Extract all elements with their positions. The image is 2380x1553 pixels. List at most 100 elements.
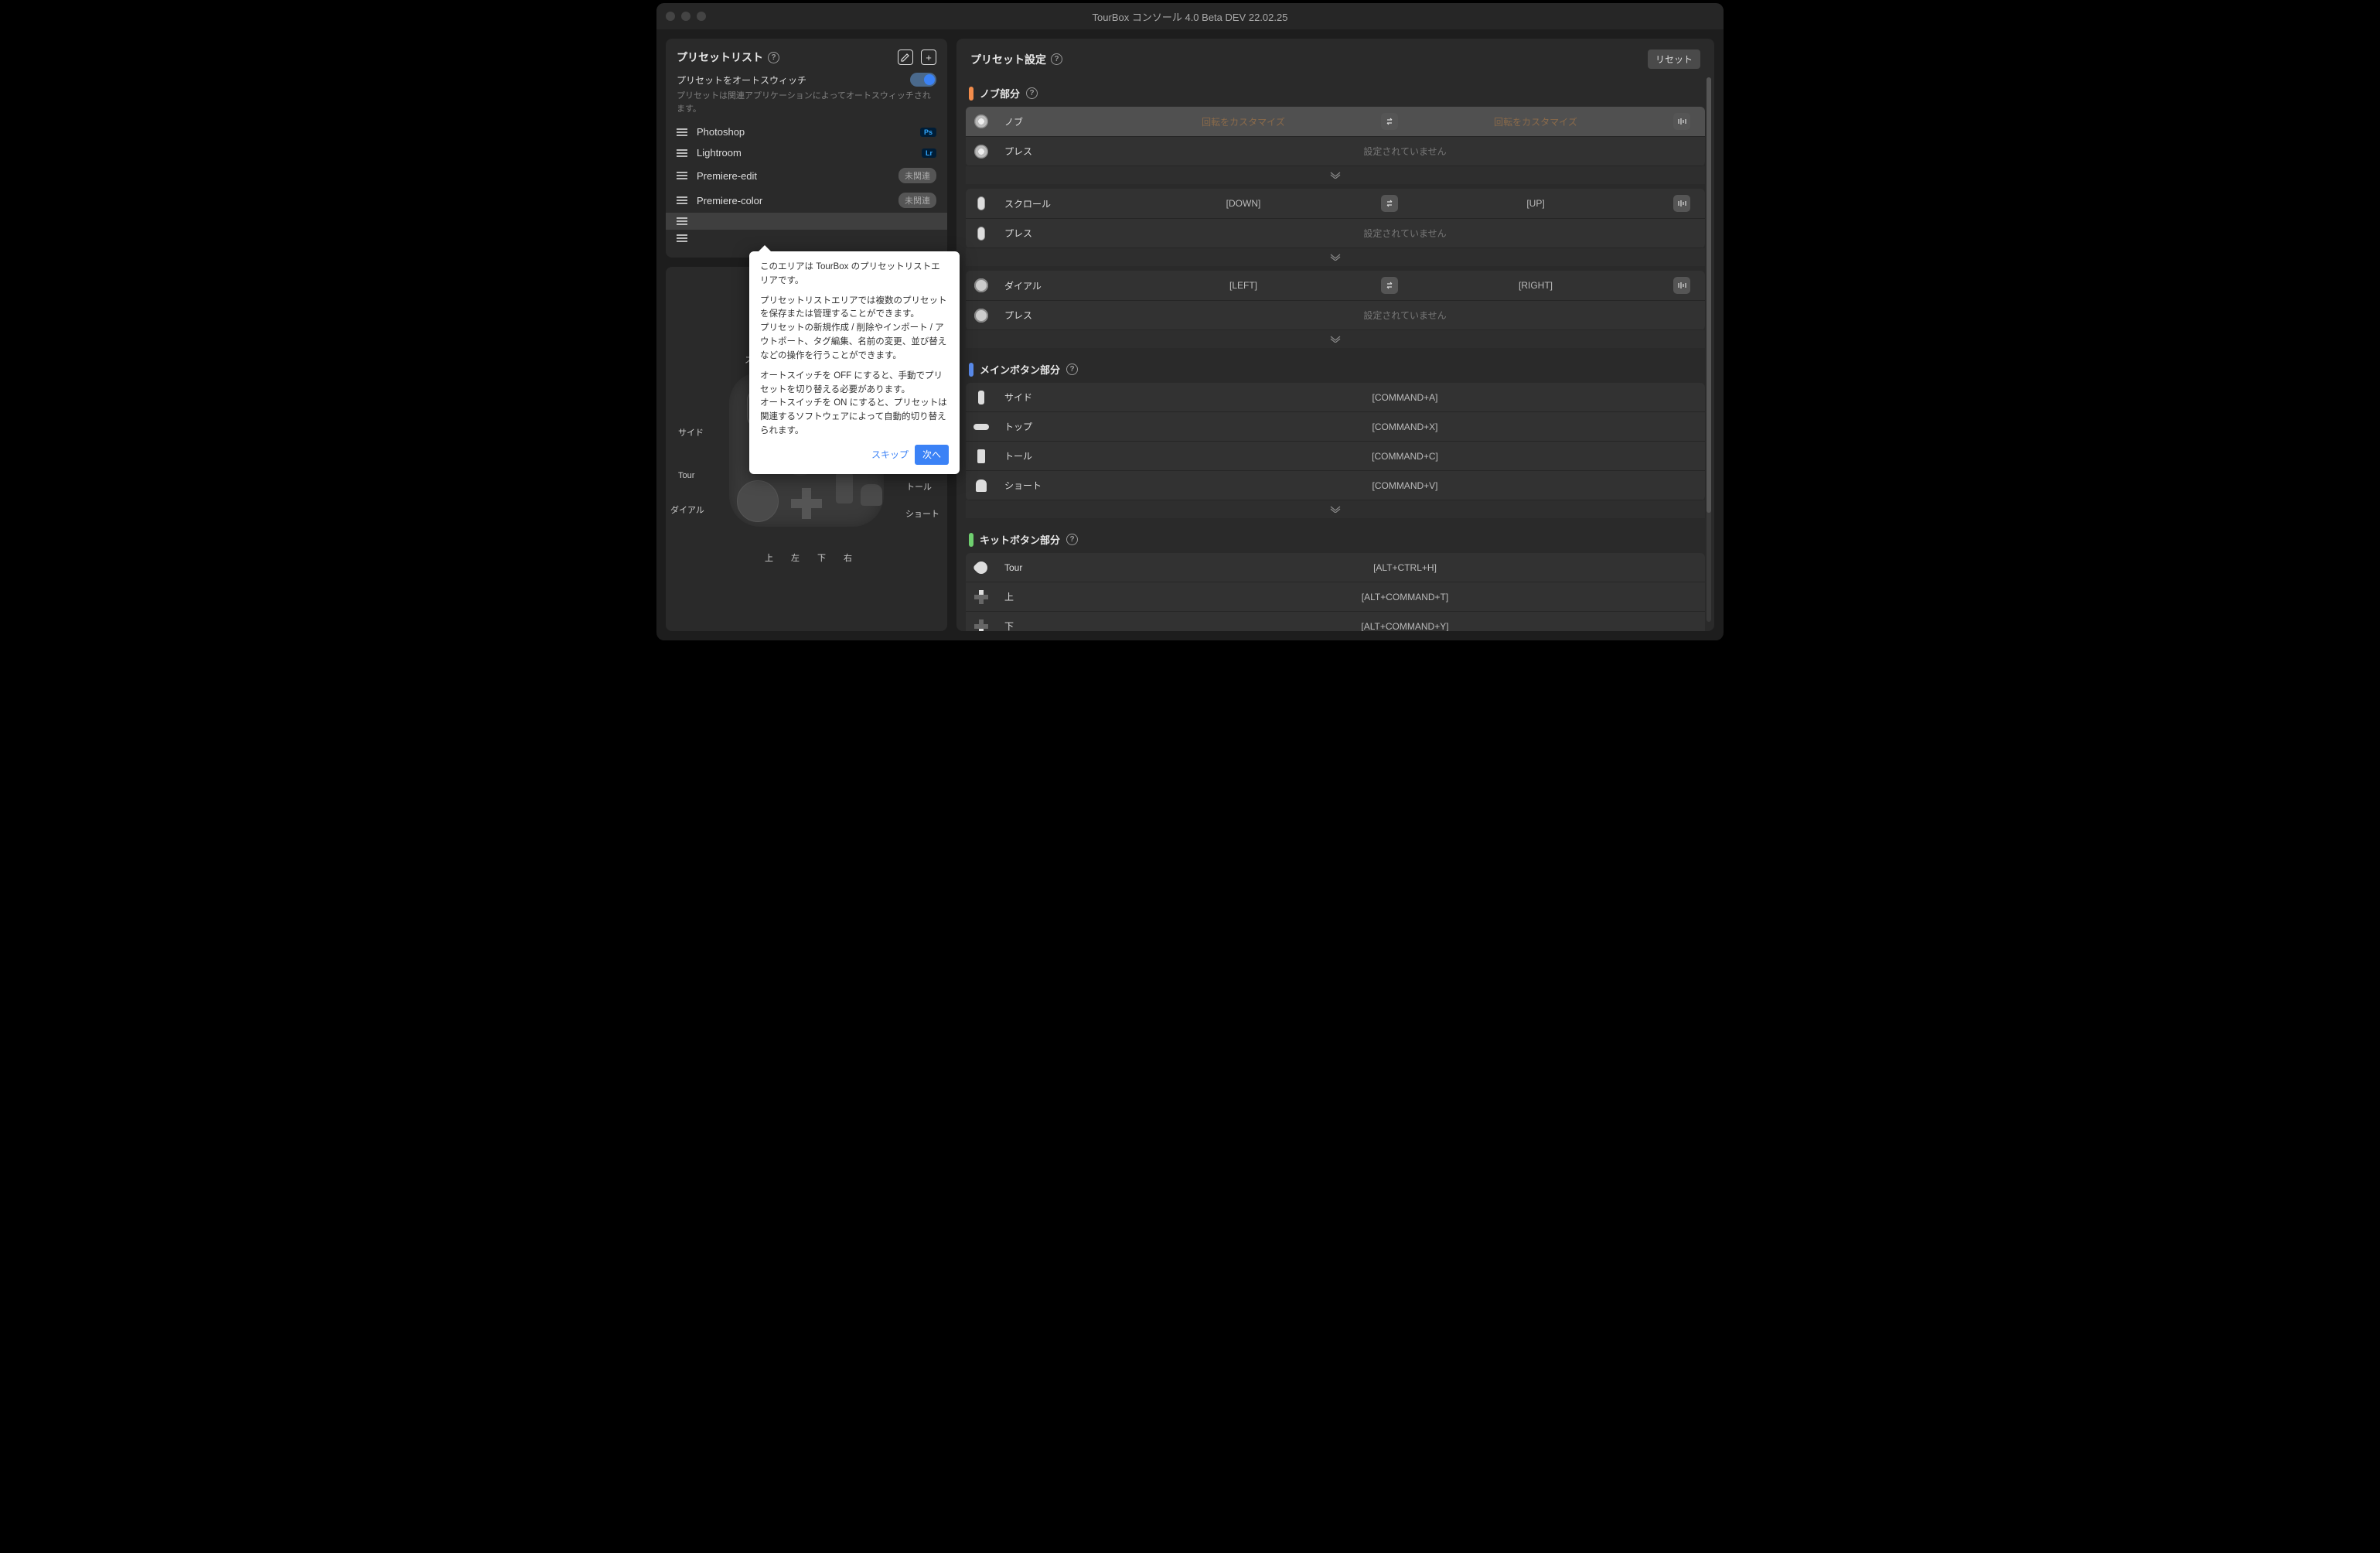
control-name: Tour <box>1004 562 1113 573</box>
label-side: サイド <box>678 426 704 439</box>
binding-right: [RIGHT] <box>1405 280 1666 291</box>
setting-row[interactable]: ショート[COMMAND+V] <box>966 471 1705 500</box>
scroll-icon <box>973 196 989 211</box>
help-icon[interactable]: ? <box>1026 87 1038 99</box>
auto-switch-toggle[interactable] <box>910 73 936 87</box>
control-name: ノブ <box>1004 115 1113 128</box>
haptic-icon[interactable] <box>1673 277 1690 294</box>
control-name: プレス <box>1004 309 1113 322</box>
label-short: ショート <box>905 507 939 520</box>
preset-list-title: プリセットリスト ? <box>677 49 779 65</box>
setting-row[interactable]: ノブ回転をカスタマイズ回転をカスタマイズ <box>966 107 1705 137</box>
section-kit-buttons: キットボタン部分?Tour[ALT+CTRL+H]上[ALT+COMMAND+T… <box>966 526 1705 631</box>
settings-scroll[interactable]: ノブ部分?ノブ回転をカスタマイズ回転をカスタマイズプレス設定されていませんスクロ… <box>956 80 1714 631</box>
scrollbar[interactable] <box>1707 77 1711 622</box>
binding-value: 設定されていません <box>1113 227 1697 240</box>
drag-handle-icon[interactable] <box>677 172 687 179</box>
binding-value: [ALT+COMMAND+Y] <box>1113 621 1697 632</box>
swap-icon[interactable] <box>1381 195 1398 212</box>
control-name: トップ <box>1004 420 1113 433</box>
preset-item[interactable]: PhotoshopPs <box>666 121 947 142</box>
setting-row[interactable]: ダイアル[LEFT][RIGHT] <box>966 271 1705 301</box>
drag-handle-icon[interactable] <box>677 196 687 204</box>
drag-handle-icon[interactable] <box>677 234 687 242</box>
setting-row[interactable]: プレス設定されていません <box>966 301 1705 330</box>
haptic-icon[interactable] <box>1673 195 1690 212</box>
preset-item[interactable] <box>666 213 947 230</box>
dpad-up-icon <box>973 589 989 605</box>
expand-chevron[interactable] <box>966 248 1705 266</box>
edit-preset-button[interactable] <box>898 49 913 65</box>
help-icon[interactable]: ? <box>1066 534 1078 545</box>
setting-row[interactable]: プレス設定されていません <box>966 219 1705 248</box>
preset-settings-panel: プリセット設定 ? リセット ノブ部分?ノブ回転をカスタマイズ回転をカスタマイズ… <box>956 39 1714 631</box>
control-name: ダイアル <box>1004 279 1113 292</box>
knob-icon <box>973 144 989 159</box>
setting-row[interactable]: トール[COMMAND+C] <box>966 442 1705 471</box>
section-main-buttons: メインボタン部分?サイド[COMMAND+A]トップ[COMMAND+X]トール… <box>966 356 1705 518</box>
section-title: メインボタン部分 <box>980 362 1060 377</box>
setting-row[interactable]: トップ[COMMAND+X] <box>966 412 1705 442</box>
app-badge: Lr <box>922 148 936 158</box>
section-knob: ノブ部分?ノブ回転をカスタマイズ回転をカスタマイズプレス設定されていませんスクロ… <box>966 80 1705 348</box>
reset-button[interactable]: リセット <box>1648 49 1700 69</box>
preset-list-panel: プリセットリスト ? + プリセットをオートスウィッチ プリセットは関連アプリケ… <box>666 39 947 258</box>
label-down: 下 <box>817 551 826 564</box>
control-name: 下 <box>1004 619 1113 631</box>
drag-handle-icon[interactable] <box>677 149 687 157</box>
titlebar: TourBox コンソール 4.0 Beta DEV 22.02.25 <box>656 3 1724 29</box>
dpad-down-icon <box>973 619 989 632</box>
expand-chevron[interactable] <box>966 166 1705 184</box>
setting-row[interactable]: プレス設定されていません <box>966 137 1705 166</box>
binding-value: 設定されていません <box>1113 145 1697 158</box>
setting-row[interactable]: 上[ALT+COMMAND+T] <box>966 582 1705 612</box>
dial-icon <box>973 308 989 323</box>
control-name: トール <box>1004 449 1113 462</box>
onboarding-tooltip: このエリアは TourBox のプリセットリストエリアです。 プリセットリストエ… <box>749 251 960 474</box>
help-icon[interactable]: ? <box>1066 364 1078 375</box>
control-name: サイド <box>1004 391 1113 404</box>
swap-icon[interactable] <box>1381 277 1398 294</box>
section-color-bar <box>969 87 973 101</box>
tall-icon <box>973 449 989 464</box>
label-tall: トール <box>906 480 932 493</box>
preset-item[interactable]: LightroomLr <box>666 142 947 163</box>
tooltip-next-button[interactable]: 次へ <box>915 445 949 466</box>
binding-value: 設定されていません <box>1113 309 1697 322</box>
setting-row[interactable]: 下[ALT+COMMAND+Y] <box>966 612 1705 631</box>
binding-left: 回転をカスタマイズ <box>1113 115 1374 128</box>
expand-chevron[interactable] <box>966 330 1705 348</box>
preset-item[interactable]: Premiere-edit未関連 <box>666 163 947 188</box>
setting-row[interactable]: スクロール[DOWN][UP] <box>966 189 1705 219</box>
preset-item[interactable]: Premiere-color 未関連 <box>666 188 947 213</box>
preset-name: Premiere-color <box>697 195 889 206</box>
control-name: ショート <box>1004 479 1113 492</box>
swap-icon[interactable] <box>1381 113 1398 130</box>
setting-row[interactable]: サイド[COMMAND+A] <box>966 383 1705 412</box>
preset-name: Photoshop <box>697 126 911 138</box>
top-icon <box>973 419 989 435</box>
binding-value: [COMMAND+V] <box>1113 480 1697 491</box>
section-color-bar <box>969 363 973 377</box>
add-preset-button[interactable]: + <box>921 49 936 65</box>
help-icon[interactable]: ? <box>768 52 779 63</box>
help-icon[interactable]: ? <box>1051 53 1062 65</box>
label-dial: ダイアル <box>670 503 704 516</box>
drag-handle-icon[interactable] <box>677 128 687 136</box>
control-name: 上 <box>1004 590 1113 603</box>
traffic-lights[interactable] <box>666 12 706 21</box>
auto-switch-label: プリセットをオートスウィッチ <box>677 73 806 87</box>
tooltip-text: このエリアは TourBox のプリセットリストエリアです。 <box>760 261 949 288</box>
setting-row[interactable]: Tour[ALT+CTRL+H] <box>966 553 1705 582</box>
expand-chevron[interactable] <box>966 500 1705 518</box>
haptic-icon[interactable] <box>1673 113 1690 130</box>
side-icon <box>973 390 989 405</box>
binding-right: 回転をカスタマイズ <box>1405 115 1666 128</box>
tooltip-skip-button[interactable]: スキップ <box>871 448 909 462</box>
unlinked-tag: 未関連 <box>898 193 936 208</box>
label-left: 左 <box>791 551 800 564</box>
label-up: 上 <box>765 551 773 564</box>
preset-item[interactable] <box>666 230 947 247</box>
window-title: TourBox コンソール 4.0 Beta DEV 22.02.25 <box>1093 9 1288 24</box>
drag-handle-icon[interactable] <box>677 217 687 225</box>
